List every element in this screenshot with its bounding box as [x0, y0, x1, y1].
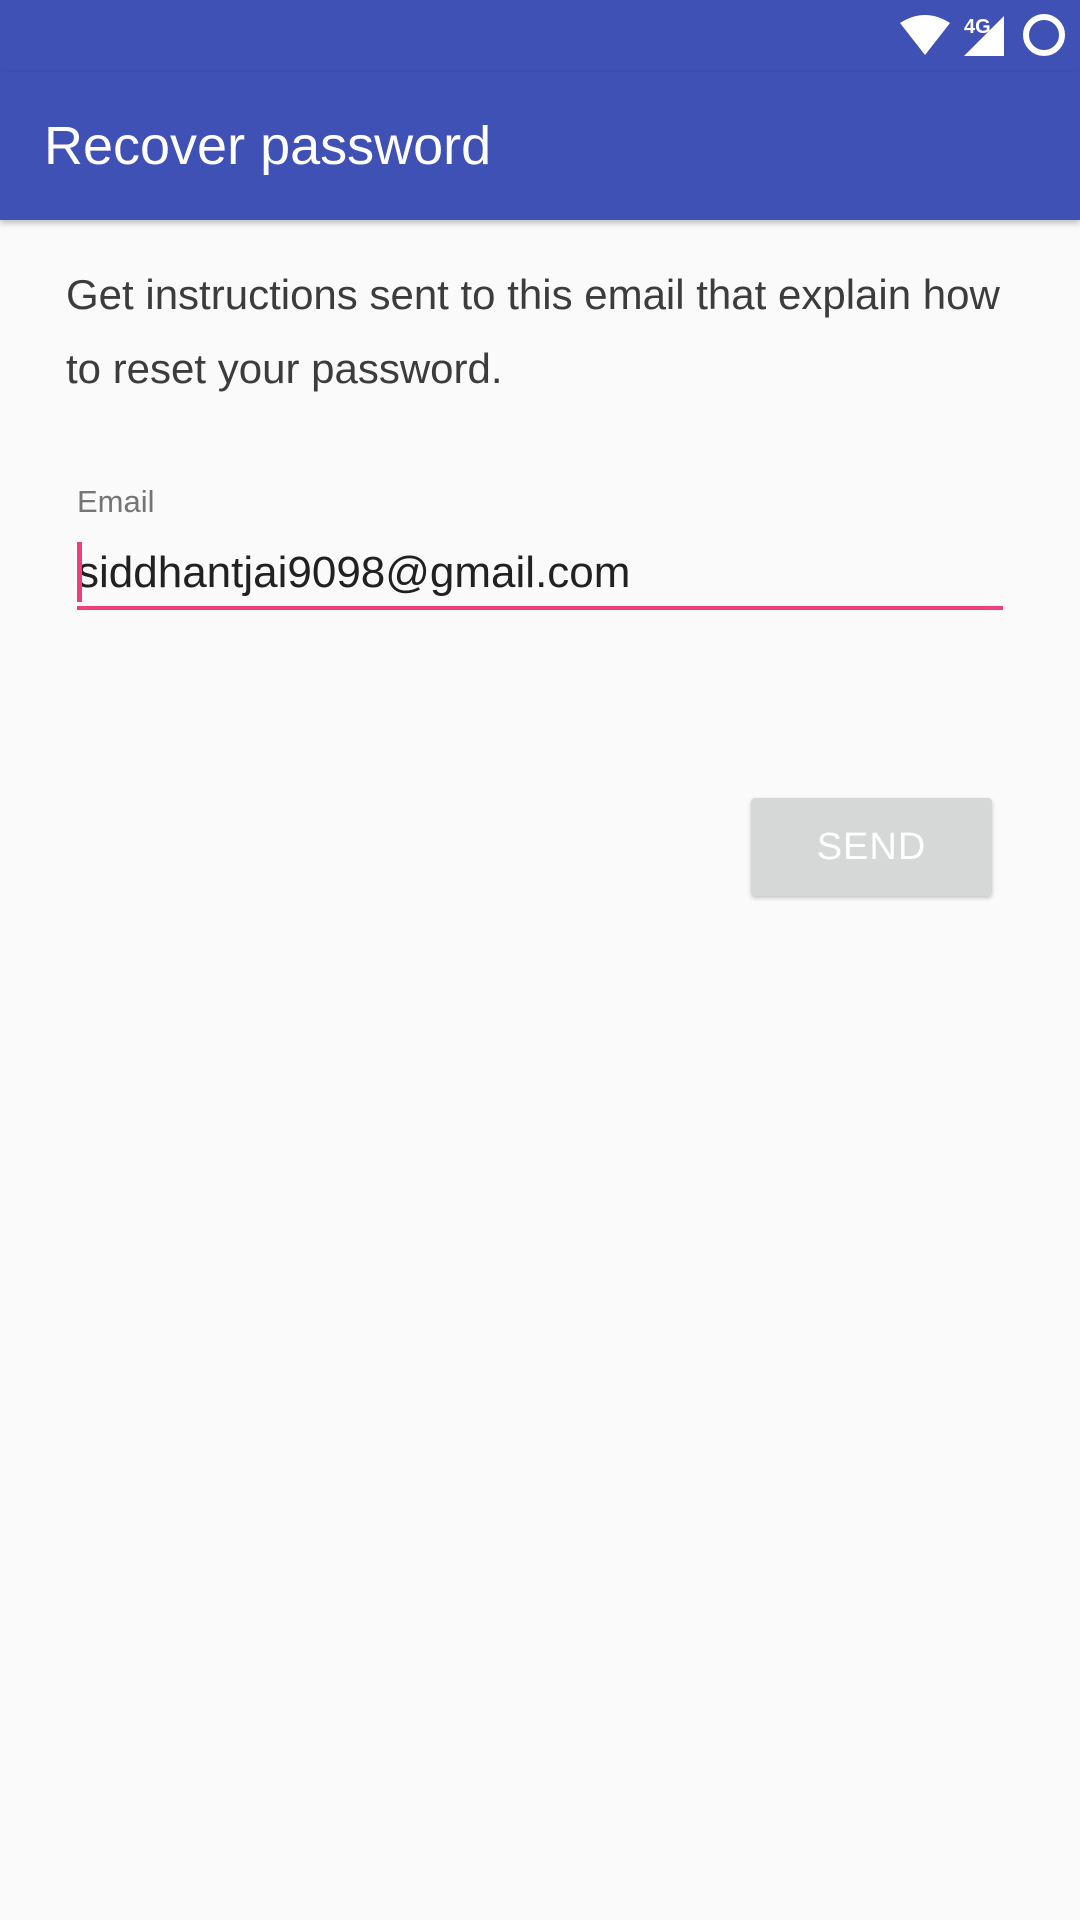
- status-icons: 4G: [882, 10, 1066, 60]
- text-cursor: [77, 542, 82, 602]
- recover-password-screen: 4G Recover password Get instructions sen…: [0, 0, 1080, 1920]
- cellular-signal-icon: 4G: [950, 14, 1004, 56]
- content: Get instructions sent to this email that…: [0, 220, 1080, 1920]
- instructions-text: Get instructions sent to this email that…: [66, 271, 1000, 392]
- status-bar: 4G: [0, 0, 1080, 72]
- send-button-label: SEND: [816, 825, 927, 868]
- send-button[interactable]: SEND: [751, 798, 992, 896]
- wifi-icon: [900, 15, 950, 55]
- email-field[interactable]: siddhantjai9098@gmail.com: [77, 540, 1003, 610]
- email-value: siddhantjai9098@gmail.com: [77, 548, 631, 597]
- app-bar: Recover password: [0, 72, 1080, 220]
- email-label: Email: [77, 484, 155, 519]
- page-title: Recover password: [44, 116, 492, 176]
- battery-circle-icon: [1023, 14, 1065, 56]
